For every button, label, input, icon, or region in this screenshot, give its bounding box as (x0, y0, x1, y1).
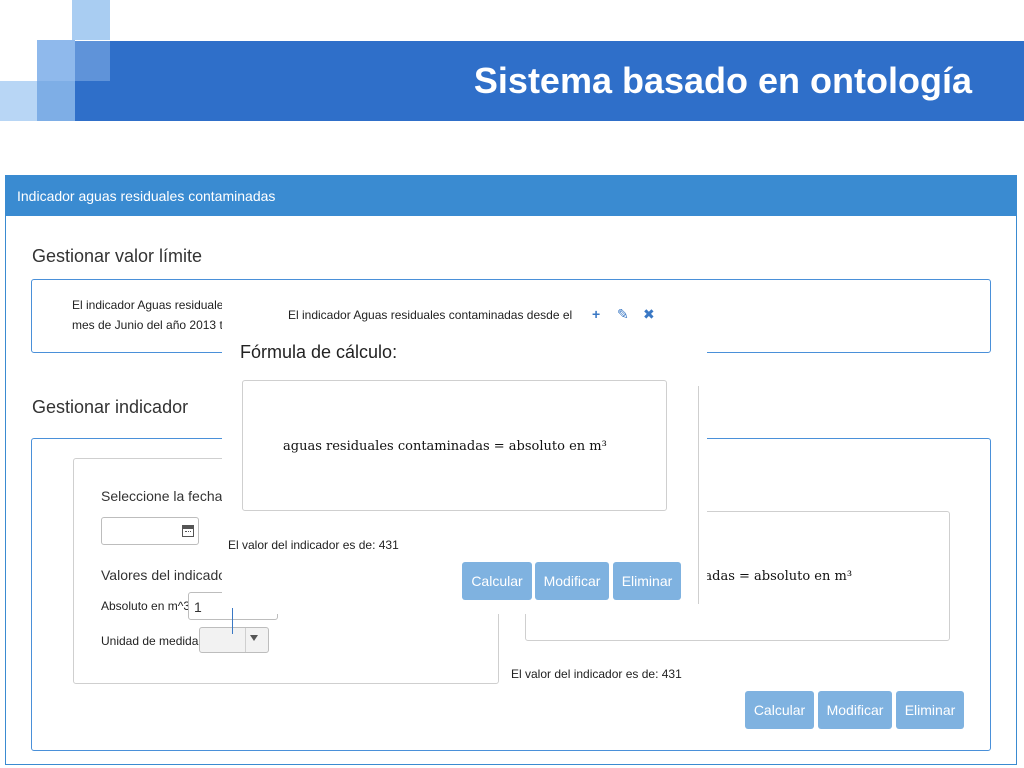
slide-title: Sistema basado en ontología (473, 60, 972, 101)
overlay-eliminar-button[interactable]: Eliminar (613, 562, 681, 600)
overlay-modificar-button[interactable]: Modificar (535, 562, 609, 600)
overlay-result-text: El valor del indicador es de: 431 (228, 538, 399, 552)
indicator-section-title: Gestionar indicador (32, 397, 189, 417)
decor-square (37, 81, 75, 121)
plus-icon[interactable]: + (592, 306, 600, 322)
calendar-icon[interactable] (182, 525, 194, 537)
overlay-side-edge (693, 386, 699, 604)
absolute-label: Absoluto en m^3: (101, 599, 194, 613)
decor-square (75, 41, 110, 81)
limit-text-line2: mes de Junio del año 2013 tier (72, 318, 237, 332)
modificar-button[interactable]: Modificar (818, 691, 892, 729)
eliminar-button[interactable]: Eliminar (896, 691, 964, 729)
absolute-value: 1 (194, 599, 202, 615)
overlay-limit-text: El indicador Aguas residuales contaminad… (288, 308, 573, 322)
formula-overlay: El indicador Aguas residuales contaminad… (222, 292, 707, 634)
overlay-calcular-button[interactable]: Calcular (462, 562, 532, 600)
overlay-formula-box: aguas residuales contaminadas = absoluto… (242, 380, 667, 511)
overlay-title: Fórmula de cálculo: (240, 342, 398, 362)
overlay-formula-text: aguas residuales contaminadas = absoluto… (283, 439, 607, 454)
formula-text: nadas = absoluto en m³ (696, 569, 853, 584)
calcular-button[interactable]: Calcular (745, 691, 814, 729)
panel-header: Indicador aguas residuales contaminadas (6, 176, 1016, 216)
chevron-down-icon[interactable] (250, 635, 258, 641)
unit-label: Unidad de medida: (101, 634, 202, 648)
delete-icon[interactable]: ✖ (643, 306, 655, 323)
date-input[interactable] (101, 517, 199, 545)
date-label: Seleccione la fecha: (101, 488, 227, 504)
limit-section-title: Gestionar valor límite (32, 246, 203, 266)
select-divider (245, 628, 246, 652)
unit-select[interactable] (199, 627, 269, 653)
edit-icon[interactable]: ✎ (617, 306, 629, 323)
decor-square (37, 40, 75, 81)
text-cursor (232, 608, 233, 634)
indicator-result-text: El valor del indicador es de: 431 (511, 667, 682, 681)
decor-square (72, 0, 110, 40)
values-label: Valores del indicador: (101, 567, 235, 583)
decor-square (0, 81, 37, 121)
